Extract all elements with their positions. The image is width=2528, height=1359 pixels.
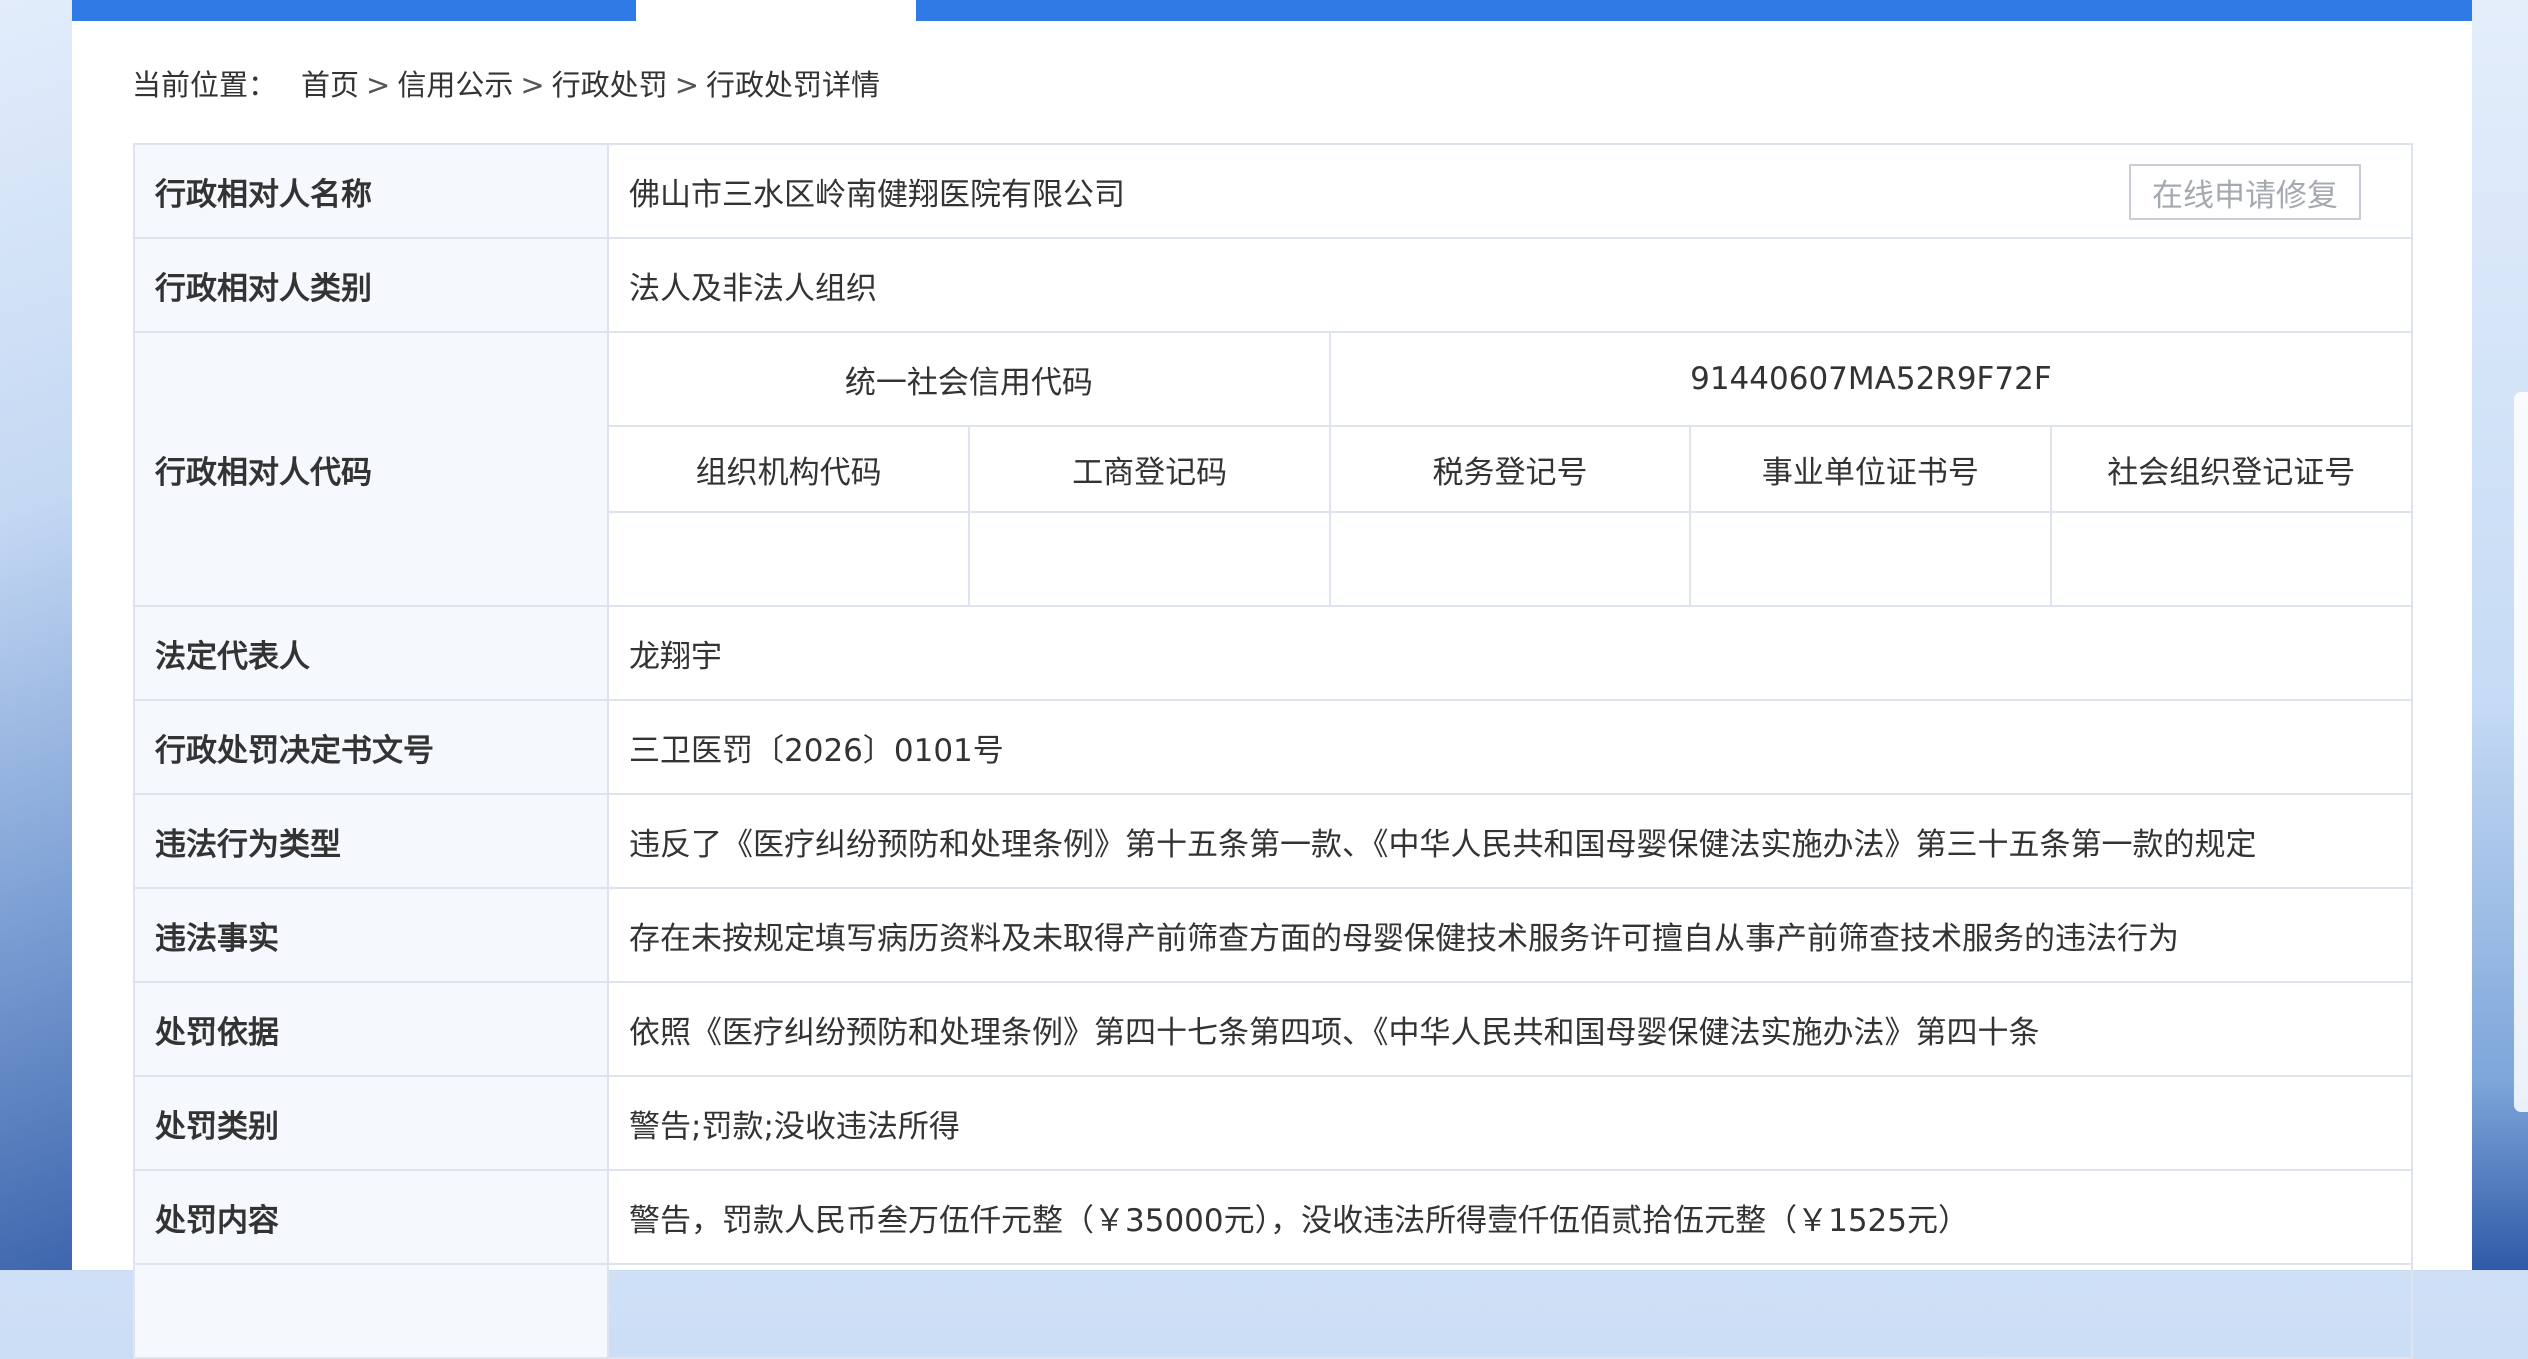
row-penalty-type: 处罚类别 警告;罚款;没收违法所得 [133, 1075, 2413, 1171]
tab-active[interactable] [636, 0, 916, 21]
usc-label: 统一社会信用代码 [609, 333, 1331, 427]
scrollbar-thumb[interactable] [2514, 392, 2528, 1112]
label-penalty-type: 处罚类别 [133, 1075, 609, 1171]
row-code: 行政相对人代码 统一社会信用代码 91440607MA52R9F72F 组织机构… [133, 331, 2413, 607]
code-col-business: 工商登记码 [969, 426, 1331, 513]
value-partial [607, 1263, 2413, 1359]
row-decision-no: 行政处罚决定书文号 三卫医罚〔2026〕0101号 [133, 699, 2413, 795]
value-violation-type: 违反了《医疗纠纷预防和处理条例》第十五条第一款、《中华人民共和国母婴保健法实施办… [607, 793, 2413, 889]
value-basis: 依照《医疗纠纷预防和处理条例》第四十七条第四项、《中华人民共和国母婴保健法实施办… [607, 981, 2413, 1077]
value-decision-no: 三卫医罚〔2026〕0101号 [607, 699, 2413, 795]
label-partial [133, 1263, 609, 1359]
code-col-org: 组织机构代码 [609, 426, 971, 513]
breadcrumb-prefix: 当前位置： [132, 68, 278, 102]
label-code: 行政相对人代码 [133, 331, 609, 607]
label-violation-fact: 违法事实 [133, 887, 609, 983]
label-legal-rep: 法定代表人 [133, 605, 609, 701]
breadcrumb-current: 行政处罚详情 [706, 68, 881, 102]
code-val-institution [1690, 512, 2052, 605]
row-penalty-content: 处罚内容 警告，罚款人民币叁万伍仟元整（￥35000元），没收违法所得壹仟伍佰贰… [133, 1169, 2413, 1265]
value-name: 佛山市三水区岭南健翔医院有限公司 [629, 176, 1125, 213]
label-decision-no: 行政处罚决定书文号 [133, 699, 609, 795]
code-col-social-org: 社会组织登记证号 [2050, 426, 2411, 513]
content-card: 当前位置： 首页 > 信用公示 > 行政处罚 > 行政处罚详情 行政相对人名称 佛山市三水区岭… [72, 0, 2472, 1359]
row-violation-fact: 违法事实 存在未按规定填写病历资料及未取得产前筛查方面的母婴保健技术服务许可擅自… [133, 887, 2413, 983]
breadcrumb-home[interactable]: 首页 [301, 68, 359, 102]
value-violation-fact: 存在未按规定填写病历资料及未取得产前筛查方面的母婴保健技术服务许可擅自从事产前筛… [607, 887, 2413, 983]
label-category: 行政相对人类别 [133, 237, 609, 333]
label-violation-type: 违法行为类型 [133, 793, 609, 889]
value-category: 法人及非法人组织 [607, 237, 2413, 333]
row-category: 行政相对人类别 法人及非法人组织 [133, 237, 2413, 333]
label-basis: 处罚依据 [133, 981, 609, 1077]
row-partial [133, 1263, 2413, 1359]
value-name-cell: 佛山市三水区岭南健翔医院有限公司 在线申请修复 [607, 143, 2413, 239]
code-subtable-cell: 统一社会信用代码 91440607MA52R9F72F 组织机构代码 工商登记码… [607, 331, 2413, 607]
row-basis: 处罚依据 依照《医疗纠纷预防和处理条例》第四十七条第四项、《中华人民共和国母婴保… [133, 981, 2413, 1077]
row-legal-rep: 法定代表人 龙翔宇 [133, 605, 2413, 701]
code-val-social-org [2051, 512, 2411, 605]
code-col-institution: 事业单位证书号 [1690, 426, 2052, 513]
background-left [0, 0, 72, 1270]
online-repair-button[interactable]: 在线申请修复 [2129, 164, 2361, 220]
label-name: 行政相对人名称 [133, 143, 609, 239]
penalty-detail-table: 行政相对人名称 佛山市三水区岭南健翔医院有限公司 在线申请修复 行政相对人类别 … [133, 143, 2413, 1359]
code-val-business [969, 512, 1331, 605]
value-penalty-type: 警告;罚款;没收违法所得 [607, 1075, 2413, 1171]
code-val-tax [1329, 512, 1692, 605]
tab-bar [72, 0, 2472, 21]
code-col-tax: 税务登记号 [1329, 426, 1692, 513]
breadcrumb-admin-penalty[interactable]: 行政处罚 [552, 68, 668, 102]
breadcrumb-separator: > [674, 68, 699, 102]
breadcrumb-credit-public[interactable]: 信用公示 [397, 68, 513, 102]
value-penalty-content: 警告，罚款人民币叁万伍仟元整（￥35000元），没收违法所得壹仟伍佰贰拾伍元整（… [607, 1169, 2413, 1265]
code-subtable: 统一社会信用代码 91440607MA52R9F72F 组织机构代码 工商登记码… [609, 333, 2411, 605]
breadcrumb: 当前位置： 首页 > 信用公示 > 行政处罚 > 行政处罚详情 [132, 62, 880, 104]
row-name: 行政相对人名称 佛山市三水区岭南健翔医院有限公司 在线申请修复 [133, 143, 2413, 239]
breadcrumb-separator: > [366, 68, 391, 102]
row-violation-type: 违法行为类型 违反了《医疗纠纷预防和处理条例》第十五条第一款、《中华人民共和国母… [133, 793, 2413, 889]
usc-value: 91440607MA52R9F72F [1329, 333, 2411, 427]
label-penalty-content: 处罚内容 [133, 1169, 609, 1265]
code-val-org [609, 512, 971, 605]
value-legal-rep: 龙翔宇 [607, 605, 2413, 701]
breadcrumb-separator: > [520, 68, 545, 102]
